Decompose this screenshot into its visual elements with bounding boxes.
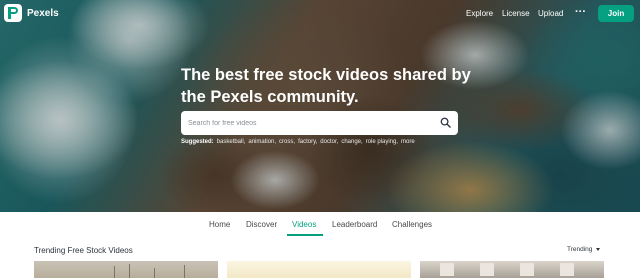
tab-discover[interactable]: Discover [246, 220, 277, 229]
nav-upload[interactable]: Upload [538, 9, 563, 18]
more-icon[interactable]: ··· [575, 6, 586, 18]
join-button[interactable]: Join [598, 5, 634, 22]
suggested-item[interactable]: change, [341, 139, 362, 145]
thumbnail-detail [440, 263, 454, 276]
active-tab-indicator [287, 234, 323, 236]
pexels-logo-icon[interactable] [4, 4, 22, 22]
thumbnail-detail [114, 266, 115, 278]
hero-banner: Pexels Explore License Upload ··· Join T… [0, 0, 640, 212]
thumbnail-detail [520, 263, 534, 276]
suggested-label: Suggested: [181, 139, 214, 145]
brand-name[interactable]: Pexels [27, 8, 59, 19]
suggested-item[interactable]: factory, [298, 139, 317, 145]
section-title: Trending Free Stock Videos [34, 246, 133, 255]
video-thumbnail[interactable] [34, 261, 218, 278]
suggested-searches: Suggested: basketball, animation, cross, fac… [181, 139, 418, 145]
suggested-item[interactable]: role playing, [366, 139, 398, 145]
search-bar [181, 111, 458, 135]
search-icon[interactable] [440, 117, 451, 128]
thumbnail-detail [129, 264, 130, 278]
suggested-item[interactable]: animation, [248, 139, 276, 145]
suggested-item[interactable]: doctor, [320, 139, 338, 145]
thumbnail-detail [154, 268, 155, 278]
nav-explore[interactable]: Explore [466, 9, 493, 18]
tab-home[interactable]: Home [209, 220, 230, 229]
tab-challenges[interactable]: Challenges [392, 220, 432, 229]
tab-leaderboard[interactable]: Leaderboard [332, 220, 377, 229]
suggested-item[interactable]: basketball, [217, 139, 246, 145]
hero-headline: The best free stock videos shared by the… [181, 66, 471, 106]
search-input[interactable] [188, 113, 428, 133]
sort-dropdown[interactable]: Trending [567, 246, 601, 253]
chevron-down-icon [596, 248, 601, 251]
nav-license[interactable]: License [502, 9, 530, 18]
thumbnail-detail [480, 263, 494, 276]
suggested-item[interactable]: cross, [279, 139, 295, 145]
thumbnail-detail [560, 263, 574, 276]
sort-label: Trending [567, 246, 593, 253]
video-thumbnail[interactable] [420, 261, 604, 278]
tab-videos[interactable]: Videos [292, 220, 316, 229]
video-thumbnail[interactable] [227, 261, 411, 278]
suggested-more-link[interactable]: more [401, 139, 415, 145]
thumbnail-detail [184, 265, 185, 278]
